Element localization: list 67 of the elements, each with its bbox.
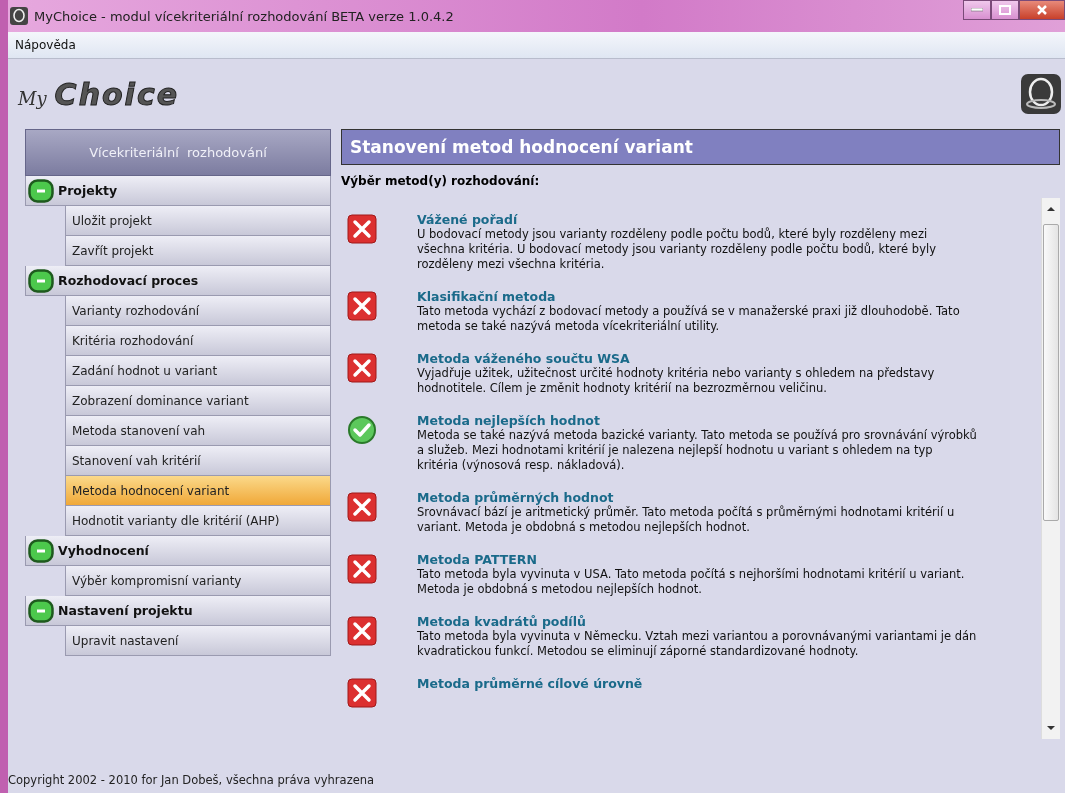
scroll-down-icon[interactable] [1046, 723, 1056, 733]
group-label: Rozhodovací proces [58, 273, 199, 288]
method-description: U bodovací metody jsou varianty rozděleny podle počtu bodů, které byly rozděleny mezi všechna kritéria. U bodovací metody jsou varianty rozděleny podle počtu bodů, které byly rozděleny mezi všechna kritéria. [417, 227, 937, 272]
collapse-icon[interactable] [28, 268, 54, 293]
method-title: Metoda nejlepších hodnot [417, 413, 601, 428]
scrollbar[interactable] [1041, 198, 1060, 739]
minimize-button[interactable] [963, 0, 991, 20]
method-description: Vyjadřuje užitek, užitečnost určité hodnoty kritéria nebo varianty s ohledem na představy hodnotitele. Cílem je změnit hodnoty kritérií na bezrozměrnou veličinu. [417, 366, 936, 396]
method-title: Metoda PATTERN [417, 552, 538, 567]
app-icon [10, 7, 28, 25]
method-description: Tato metoda byla vyvinuta v Německu. Vztah mezi variantou a porovnávanými variantami je dán kvadratickou funkcí. Metodou se eliminují záporné standardizované hodnoty. [417, 629, 977, 659]
group-label: Vyhodnocení [58, 543, 149, 558]
method-title: Metoda průměrných hodnot [417, 490, 615, 505]
method-description: Tato metoda byla vyvinuta v USA. Tato metoda počítá s nejhoršími hodnotami kritérií u variant. Metoda je obdobná s metodou nejlepších hodnot. [417, 567, 966, 597]
method-description: Metoda se také nazývá metoda bazické varianty. Tato metoda se používá pro srovnávání výrobků a služeb. Mezi hodnotami kritérií je nalezena nejlepší hodnotu u variant s ohledem na typ kritéria (výnosová resp. nákladová). [417, 428, 977, 473]
panel-title: Stanovení metod hodnocení variant [341, 129, 1060, 165]
logo-icon [1021, 74, 1061, 114]
method-title: Metoda průměrné cílové úrovně [417, 676, 643, 691]
scroll-thumb[interactable] [1043, 224, 1059, 521]
collapse-icon[interactable] [28, 178, 54, 203]
sidebar-group[interactable]: Rozhodovací proces [25, 266, 331, 296]
method-title: Klasifikační metoda [417, 289, 557, 304]
group-label: Nastavení projektu [58, 603, 193, 618]
cross-icon[interactable] [347, 214, 377, 244]
sidebar-item[interactable]: Upravit nastavení [65, 626, 331, 656]
check-icon[interactable] [347, 415, 377, 445]
sidebar-item[interactable]: Hodnotit varianty dle kritérií (AHP) [65, 506, 331, 536]
cross-icon[interactable] [347, 678, 377, 708]
sidebar-item[interactable]: Zobrazení dominance variant [65, 386, 331, 416]
collapse-icon[interactable] [28, 538, 54, 563]
sidebar-item[interactable]: Uložit projekt [65, 206, 331, 236]
minimize-icon [971, 8, 983, 12]
logo-text: My [18, 87, 47, 109]
method-description: Srovnávací bází je aritmetický průměr. Tato metoda počítá s průměrnými hodnotami kritérií u variant. Metoda je obdobná s metodou nejlepších hodnot. [417, 505, 956, 535]
sidebar-item[interactable]: Zadání hodnot u variant [65, 356, 331, 386]
cross-icon[interactable] [347, 353, 377, 383]
menu-item[interactable]: Nápověda [12, 36, 79, 54]
group-label: Projekty [58, 183, 118, 198]
cross-icon[interactable] [347, 616, 377, 646]
sidebar-header: Vícekriteriální rozhodování [25, 129, 331, 176]
maximize-icon [999, 5, 1011, 15]
cross-icon[interactable] [347, 492, 377, 522]
window-title: MyChoice - modul vícekriteriální rozhodování BETA verze 1.0.4.2 [34, 8, 454, 24]
sidebar-group[interactable]: Projekty [25, 176, 331, 206]
method-title: Vážené pořadí [417, 212, 519, 227]
method-description: Tato metoda vychází z bodovací metody a používá se v manažerské praxi již dlouhodobě. Tato metoda se také nazývá metoda vícekriteriální utility. [417, 304, 961, 334]
logo-text: Choice [54, 76, 179, 112]
close-button[interactable] [1019, 0, 1065, 20]
cross-icon[interactable] [347, 291, 377, 321]
close-icon [1036, 4, 1048, 16]
sidebar-item[interactable]: Výběr kompromisní varianty [65, 566, 331, 596]
maximize-button[interactable] [991, 0, 1019, 20]
method-title: Metoda váženého součtu WSA [417, 351, 631, 366]
sidebar-item[interactable]: Kritéria rozhodování [65, 326, 331, 356]
section-label: Výběr metod(y) rozhodování: [341, 174, 541, 188]
sidebar-item[interactable]: Zavřít projekt [65, 236, 331, 266]
sidebar-item[interactable]: Stanovení vah kritérií [65, 446, 331, 476]
cross-icon[interactable] [347, 554, 377, 584]
sidebar-item[interactable]: Metoda hodnocení variant [65, 476, 331, 506]
sidebar-group[interactable]: Nastavení projektu [25, 596, 331, 626]
sidebar-item[interactable]: Varianty rozhodování [65, 296, 331, 326]
method-title: Metoda kvadrátů podílů [417, 614, 587, 629]
scroll-up-icon[interactable] [1046, 204, 1056, 214]
sidebar-item[interactable]: Metoda stanovení vah [65, 416, 331, 446]
status-bar-text: Copyright 2002 - 2010 for Jan Dobeš, všechna práva vyhrazena [8, 772, 376, 789]
collapse-icon[interactable] [28, 598, 54, 623]
sidebar-group[interactable]: Vyhodnocení [25, 536, 331, 566]
